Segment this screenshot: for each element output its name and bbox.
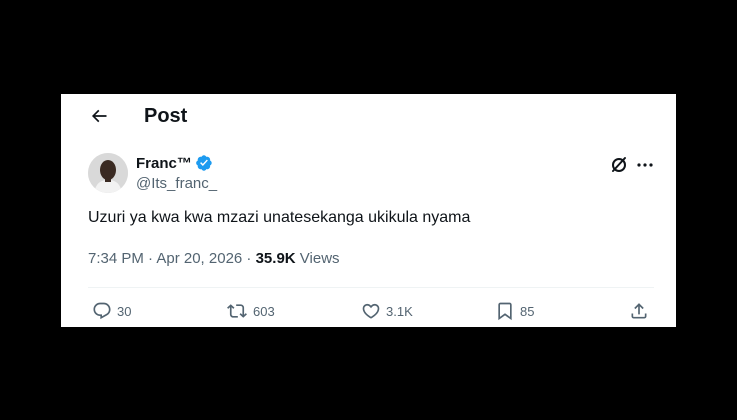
back-arrow-icon [91,109,107,123]
bookmark-icon [498,302,512,321]
reply-icon [93,302,111,320]
views-label: Views [295,250,340,267]
avatar-image [88,153,128,193]
share-button[interactable] [629,300,649,322]
more-button[interactable] [635,155,655,175]
page-title: Post [144,105,188,127]
reply-count: 30 [117,303,132,319]
back-button[interactable] [87,104,111,128]
repost-count: 603 [253,303,275,319]
author-display-name[interactable]: Franc™ [136,155,192,172]
like-icon [362,303,380,319]
more-icon [637,163,653,167]
like-button[interactable]: 3.1K [361,300,413,322]
post-text: Uzuri ya kwa kwa mzazi unatesekanga ukik… [88,209,471,226]
like-count: 3.1K [386,303,413,319]
verified-badge-icon [196,155,212,171]
post-card: Post Franc™ @Its_franc_ Uzuri ya kwa kwa… [61,94,676,327]
share-icon [631,303,647,319]
bookmark-button[interactable]: 85 [495,300,534,322]
grok-icon [612,157,626,172]
author-handle[interactable]: @Its_franc_ [136,175,217,192]
reply-button[interactable]: 30 [92,300,131,322]
avatar[interactable] [88,153,128,193]
divider [88,287,654,288]
post-header: Post [61,94,676,138]
repost-button[interactable]: 603 [226,300,275,322]
grok-button[interactable] [609,155,629,175]
author-name-row[interactable]: Franc™ [136,154,213,172]
bookmark-count: 85 [520,303,535,319]
post-timestamp[interactable]: 7:34 PM · Apr 20, 2026 · [88,250,256,267]
repost-icon [227,304,247,318]
post-meta: 7:34 PM · Apr 20, 2026 · 35.9K Views [88,250,340,267]
views-count: 35.9K [255,250,296,267]
